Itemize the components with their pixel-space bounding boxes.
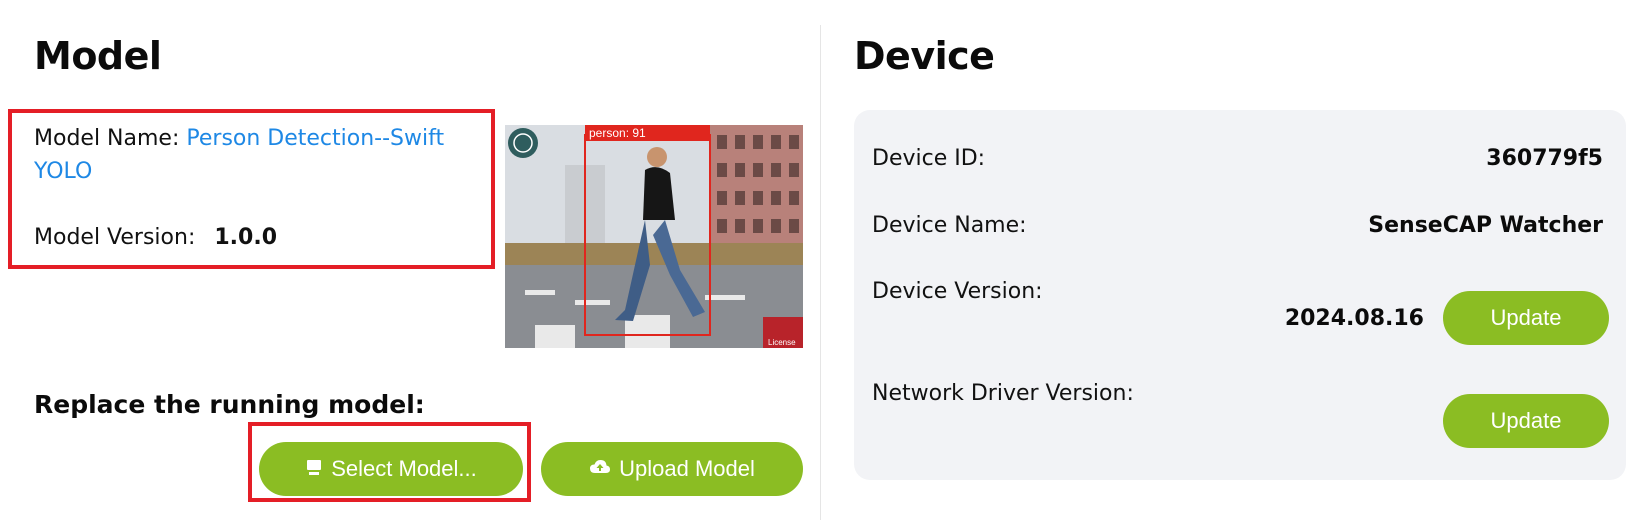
device-name-value: SenseCAP Watcher: [1368, 213, 1603, 238]
upload-model-label: Upload Model: [619, 456, 755, 481]
network-driver-update-label: Update: [1490, 408, 1562, 433]
cloud-upload-icon: [589, 456, 611, 482]
device-id-value: 360779f5: [1486, 146, 1603, 171]
license-badge-text: License: [768, 338, 796, 347]
device-heading: Device: [854, 34, 995, 78]
device-id-label: Device ID:: [872, 146, 986, 171]
upload-model-button[interactable]: Upload Model: [541, 442, 803, 496]
device-update-button[interactable]: Update: [1443, 291, 1609, 345]
select-model-button[interactable]: Select Model...: [259, 442, 523, 496]
device-name-label: Device Name:: [872, 213, 1027, 238]
device-version-value: 2024.08.16: [1284, 306, 1424, 331]
network-driver-label: Network Driver Version:: [872, 381, 1134, 406]
model-preview-image: person: 91 License: [505, 125, 803, 348]
network-driver-update-button[interactable]: Update: [1443, 394, 1609, 448]
detection-label: person: 91: [589, 126, 646, 140]
device-update-label: Update: [1490, 305, 1562, 330]
column-divider: [820, 25, 821, 520]
model-heading: Model: [34, 34, 162, 78]
monitor-icon: [305, 456, 323, 482]
device-version-label: Device Version:: [872, 279, 1043, 304]
model-info-highlight: [8, 109, 495, 269]
select-model-label: Select Model...: [331, 456, 477, 481]
replace-model-label: Replace the running model:: [34, 390, 425, 419]
